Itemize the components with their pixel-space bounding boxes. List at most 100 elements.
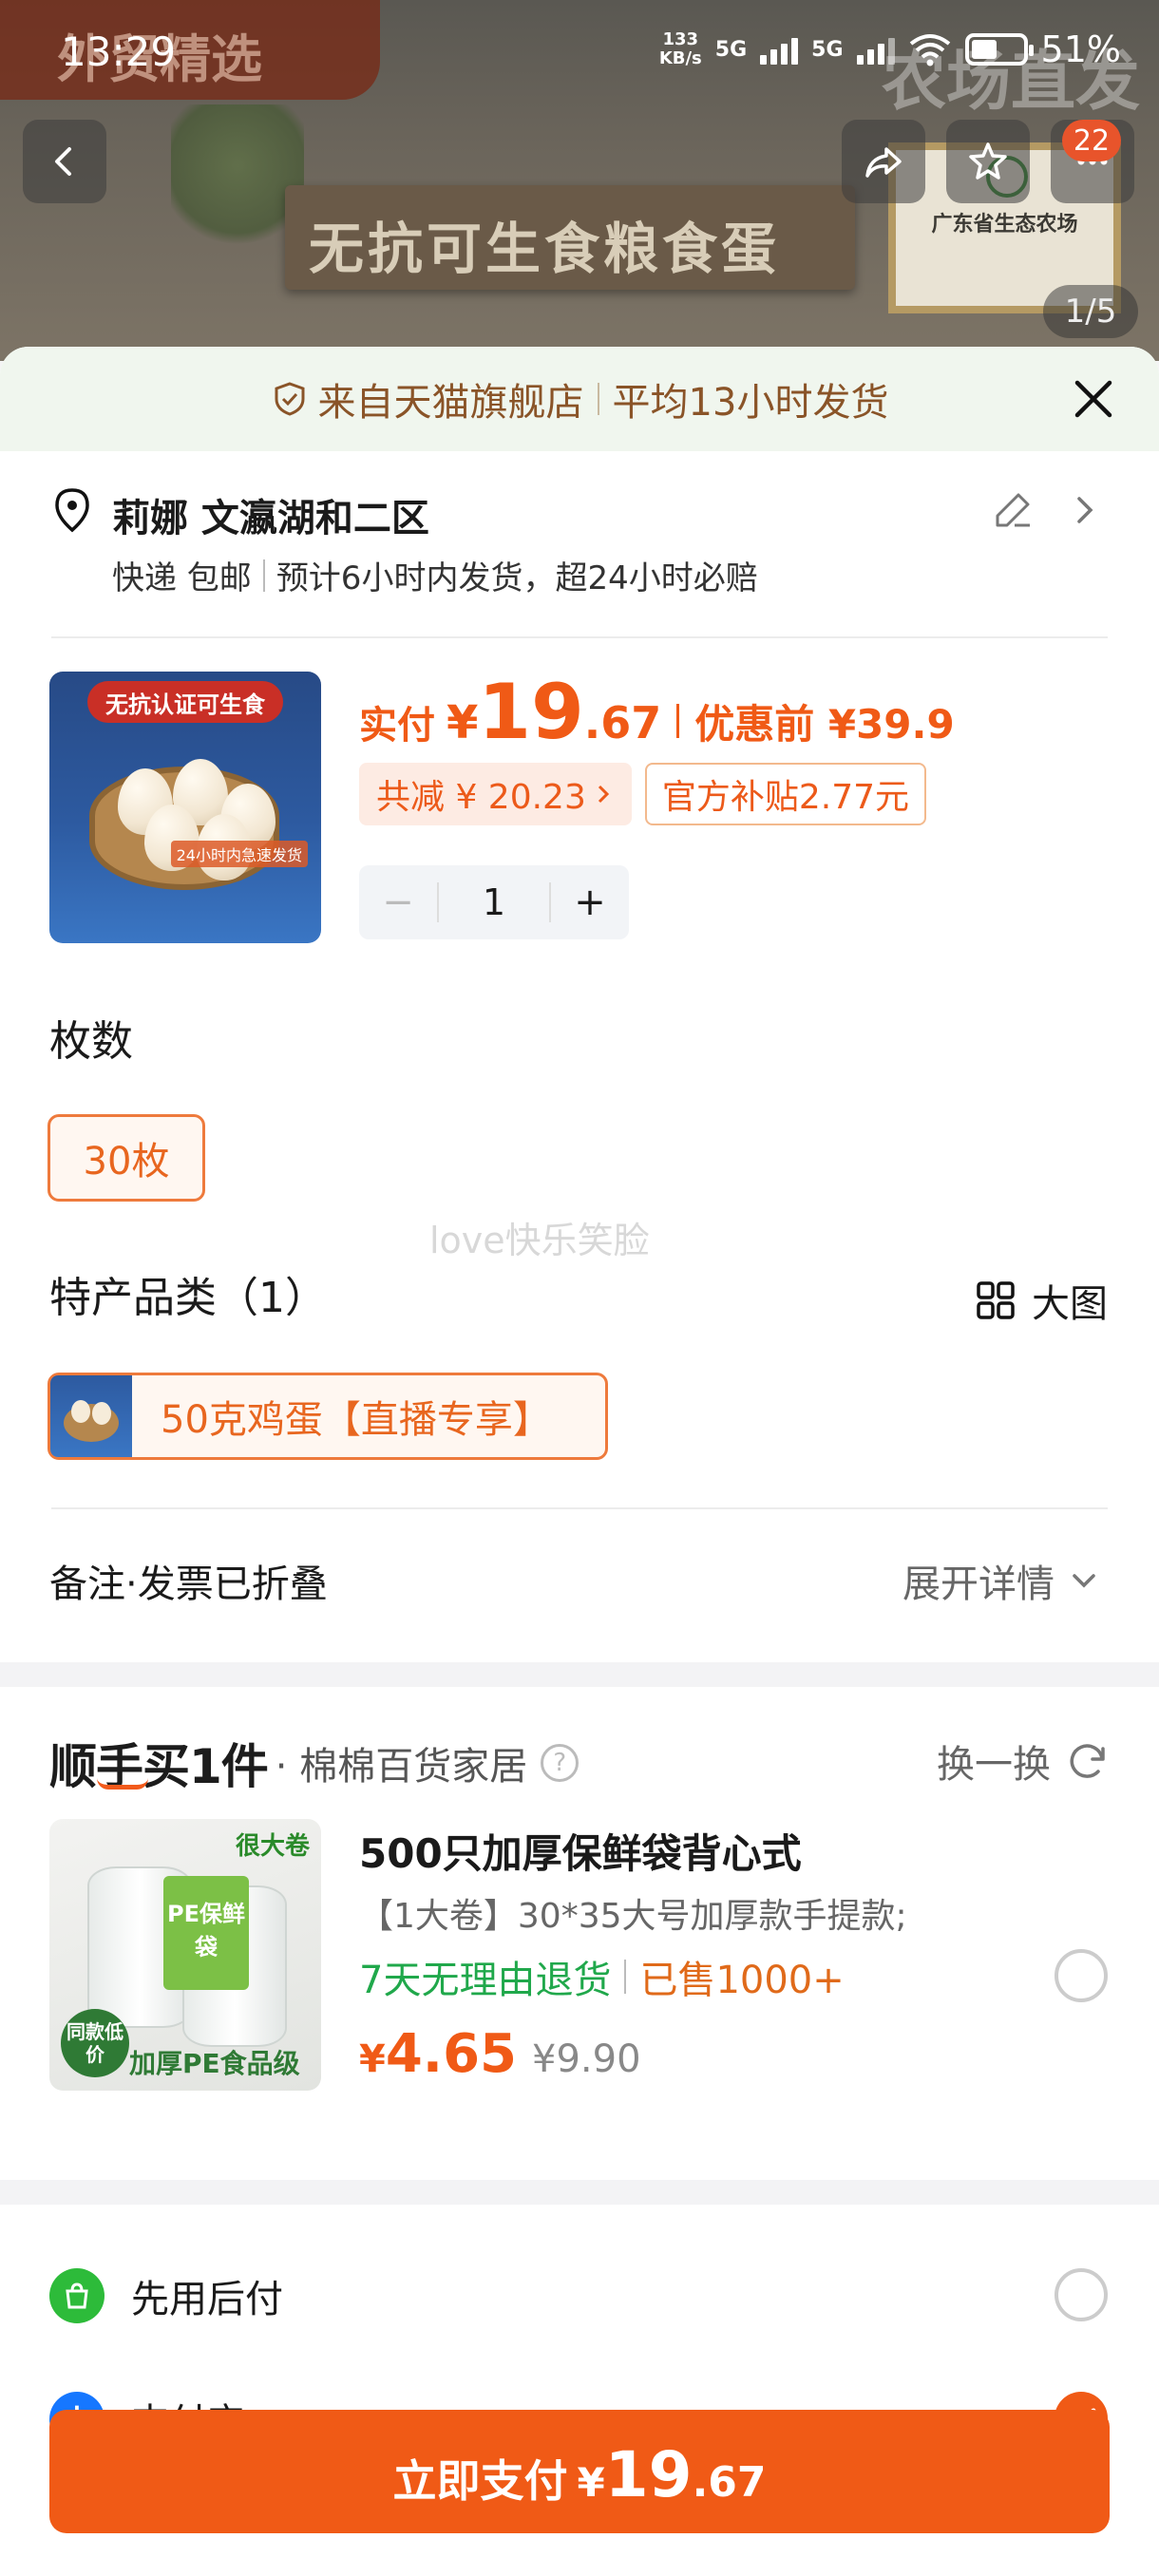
addon-select-radio[interactable] <box>1054 1949 1108 2002</box>
delivery-promise: 预计6小时内发货，超24小时必赔 <box>276 559 758 597</box>
section-gap <box>0 1662 1159 1687</box>
banner-store: 来自天猫旗舰店 <box>317 381 584 425</box>
pay-button-decimal: .67 <box>692 2458 767 2507</box>
back-button[interactable] <box>23 120 106 203</box>
swap-button[interactable]: 换一换 <box>937 1733 1110 1789</box>
total-discount-text: 共减 ¥ 20.23 <box>376 778 586 817</box>
category-option-label: 50克鸡蛋【直播专享】 <box>161 1398 551 1442</box>
addon-shop: · 棉棉百货家居 <box>275 1745 528 1789</box>
status-time: 13:29 <box>61 28 177 75</box>
pay-option-later[interactable]: 先用后付 <box>49 2268 283 2323</box>
favorite-button[interactable] <box>946 120 1030 203</box>
certificate-title: 广东省生态农场 <box>931 213 1078 237</box>
checkout-sheet: 来自天猫旗舰店 平均13小时发货 莉娜 文瀛湖和二区 快递 包邮 预计6小时内发… <box>0 347 1159 2576</box>
help-icon[interactable]: ? <box>541 1744 580 1782</box>
image-page-indicator: 1/5 <box>1043 285 1138 338</box>
addon-header: 顺手买1件 · 棉棉百货家居 ? <box>49 1729 580 1797</box>
addon-price-currency: ¥ <box>359 2037 386 2081</box>
chevron-down-icon <box>1073 1574 1095 1588</box>
price-decimal: .67 <box>583 697 662 748</box>
swap-label: 换一换 <box>937 1743 1051 1787</box>
shield-icon <box>275 382 305 416</box>
net-speed-value: 133 <box>662 29 699 49</box>
store-banner: 来自天猫旗舰店 平均13小时发货 <box>0 347 1159 451</box>
addon-description: 【1大卷】30*35大号加厚款手提款; <box>359 1897 907 1936</box>
discount-tags: 共减 ¥ 20.23 官方补贴2.77元 <box>359 763 927 825</box>
addon-image-big: 很大卷 <box>235 1832 310 1861</box>
price-label: 实付 <box>359 704 435 748</box>
section-gap <box>0 2180 1159 2205</box>
decrease-button[interactable]: − <box>359 881 437 924</box>
price-line: 实付 ¥ 19 .67 优惠前 ¥39.9 <box>359 668 955 756</box>
signal-icon-2 <box>856 34 895 65</box>
addon-price-value: 4.65 <box>385 2023 518 2085</box>
increase-button[interactable]: + <box>551 881 629 924</box>
notes-label: 备注·发票已折叠 <box>49 1563 328 1606</box>
addon-meta: 7天无理由退货 已售1000+ <box>359 1949 845 2004</box>
addon-title[interactable]: 500只加厚保鲜袋背心式 <box>359 1822 802 1880</box>
big-view-toggle[interactable]: 大图 <box>975 1273 1108 1328</box>
quantity-stepper: − 1 + <box>359 865 629 939</box>
delivery-info: 快递 包邮 预计6小时内发货，超24小时必赔 <box>112 552 758 598</box>
back-icon <box>55 147 71 176</box>
original-price: 优惠前 ¥39.9 <box>694 701 955 748</box>
net-speed: 133 KB/s <box>659 30 702 68</box>
close-icon[interactable] <box>1070 375 1117 423</box>
addon-image-grade: 加厚PE食品级 <box>129 2048 300 2079</box>
share-button[interactable] <box>842 120 925 203</box>
delivery-method: 快递 包邮 <box>112 559 252 597</box>
addon-image-badge: 同款低价 <box>61 2009 129 2077</box>
price-separator <box>676 704 680 738</box>
battery-percent: 51% <box>1040 28 1121 70</box>
divider <box>51 636 1108 638</box>
sold-count: 已售1000+ <box>639 1959 845 2002</box>
location-pin-icon <box>55 488 89 533</box>
address-section[interactable]: 莉娜 文瀛湖和二区 快递 包邮 预计6小时内发货，超24小时必赔 <box>0 451 1159 641</box>
category-title: 特产品类（1） <box>49 1274 327 1322</box>
grid-icon <box>977 1281 1015 1319</box>
quantity-value[interactable]: 1 <box>437 882 551 922</box>
addon-was-price: ¥9.90 <box>532 2037 641 2081</box>
addon-price: ¥4.65 ¥9.90 <box>359 2023 641 2085</box>
count-option-30[interactable]: 30枚 <box>48 1114 205 1202</box>
total-discount-tag[interactable]: 共减 ¥ 20.23 <box>359 763 632 825</box>
status-bar: 13:29 133 KB/s 5G 5G 51% <box>0 0 1159 104</box>
banner-separator <box>597 383 599 415</box>
divider <box>51 1507 1108 1509</box>
product-thumbnail[interactable]: 无抗认证可生食 24小时内急速发货 <box>49 672 321 943</box>
pay-later-radio[interactable] <box>1054 2268 1108 2321</box>
edit-icon[interactable] <box>992 487 1036 531</box>
pay-button-currency: ¥ <box>577 2459 605 2506</box>
watermark: love快乐笑脸 <box>429 1220 650 1261</box>
status-indicators: 133 KB/s 5G 5G 51% <box>659 28 1121 70</box>
signal-label-2: 5G <box>811 37 844 62</box>
expand-details-button[interactable]: 展开详情 <box>902 1553 1100 1608</box>
address-name: 莉娜 文瀛湖和二区 <box>112 497 429 540</box>
price-currency: ¥ <box>446 696 479 749</box>
sign-text: 无抗可生食粮食蛋 <box>309 217 781 281</box>
net-speed-unit: KB/s <box>658 48 702 68</box>
chevron-right-icon[interactable] <box>1068 491 1102 529</box>
thumbnail-label: 无抗认证可生食 <box>87 681 283 723</box>
pay-button-label: 立即支付 <box>392 2455 568 2507</box>
plant-decoration <box>171 104 304 256</box>
delivery-separator <box>262 559 265 592</box>
addon-logo: 顺手买1件 <box>49 1729 269 1797</box>
category-option[interactable]: 50克鸡蛋【直播专享】 <box>48 1373 608 1460</box>
message-badge: 22 <box>1062 120 1121 161</box>
count-title: 枚数 <box>49 1017 133 1066</box>
battery-icon <box>964 33 1034 66</box>
expand-label: 展开详情 <box>902 1563 1054 1606</box>
price-integer: 19 <box>478 668 584 756</box>
addon-thumbnail[interactable]: PE保鲜袋 很大卷 同款低价 加厚PE食品级 <box>49 1819 321 2091</box>
banner-shipping: 平均13小时发货 <box>612 381 889 425</box>
signal-icon <box>760 34 799 65</box>
wifi-icon <box>909 34 950 66</box>
star-icon <box>969 142 1007 180</box>
pay-now-button[interactable]: 立即支付 ¥ 19 .67 <box>49 2410 1110 2533</box>
pay-option-later-label: 先用后付 <box>131 2278 283 2321</box>
paylater-icon <box>49 2268 104 2323</box>
chevron-right-icon <box>598 785 609 804</box>
share-icon <box>865 147 902 178</box>
subsidy-tag: 官方补贴2.77元 <box>644 763 927 825</box>
